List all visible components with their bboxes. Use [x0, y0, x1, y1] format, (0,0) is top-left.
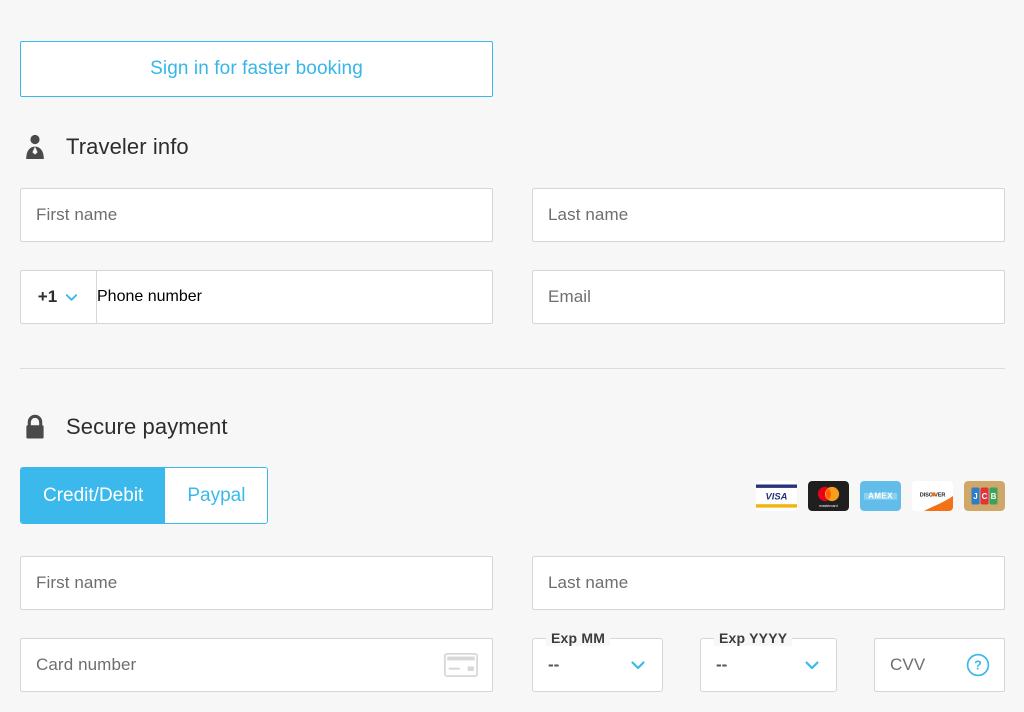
tab-paypal-label: Paypal: [187, 484, 246, 506]
exp-month-select[interactable]: Exp MM --: [532, 630, 663, 692]
card-first-name-input[interactable]: First name: [20, 556, 493, 610]
chevron-down-icon: [64, 290, 79, 305]
traveler-email-input[interactable]: Email: [532, 270, 1005, 324]
sign-in-label: Sign in for faster booking: [150, 58, 363, 79]
amex-icon: AMEX: [860, 481, 901, 511]
cvv-help-icon[interactable]: ?: [966, 653, 1004, 677]
exp-year-value: --: [716, 655, 728, 674]
secure-payment-header: Secure payment: [20, 412, 228, 442]
card-first-name-placeholder: First name: [36, 573, 118, 592]
traveler-phone-group: +1 Phone number: [20, 270, 493, 324]
card-number-placeholder: Card number: [36, 655, 137, 674]
traveler-first-name-input[interactable]: First name: [20, 188, 493, 242]
card-number-input[interactable]: Card number: [20, 638, 493, 692]
lock-icon: [20, 412, 50, 442]
svg-text:B: B: [991, 492, 997, 501]
svg-text:AMEX: AMEX: [868, 492, 893, 501]
sign-in-button[interactable]: Sign in for faster booking: [20, 41, 493, 97]
cvv-input[interactable]: CVV ?: [874, 638, 1005, 692]
svg-text:C: C: [982, 492, 988, 501]
country-code-select[interactable]: +1: [20, 270, 97, 324]
traveler-phone-placeholder: Phone number: [97, 288, 202, 305]
person-icon: [20, 132, 50, 162]
payment-method-tabs: Credit/Debit Paypal: [20, 467, 269, 524]
svg-text:mastercard: mastercard: [819, 504, 837, 508]
card-last-name-input[interactable]: Last name: [532, 556, 1005, 610]
traveler-email-placeholder: Email: [548, 287, 592, 306]
mastercard-icon: mastercard: [808, 481, 849, 511]
traveler-last-name-input[interactable]: Last name: [532, 188, 1005, 242]
svg-text:J: J: [973, 492, 977, 501]
credit-card-icon: [444, 653, 492, 677]
svg-text:VISA: VISA: [766, 491, 788, 502]
exp-month-value: --: [548, 655, 560, 674]
discover-icon: DISC VER: [912, 481, 953, 511]
tab-paypal[interactable]: Paypal: [165, 468, 268, 523]
exp-month-label: Exp MM: [546, 630, 611, 646]
secure-payment-title: Secure payment: [66, 414, 228, 439]
traveler-info-title: Traveler info: [66, 134, 189, 159]
cvv-placeholder: CVV: [890, 655, 926, 674]
section-divider: [20, 368, 1005, 369]
accepted-card-brands: VISA mastercard AMEX DISC VER J C B: [756, 481, 1005, 511]
tab-credit-debit-label: Credit/Debit: [43, 484, 144, 506]
svg-text:?: ?: [974, 659, 982, 673]
checkout-page: Sign in for faster booking Traveler info…: [0, 0, 1024, 712]
country-code-value: +1: [37, 287, 58, 306]
traveler-info-header: Traveler info: [20, 132, 189, 162]
chevron-down-icon: [629, 656, 662, 674]
traveler-phone-input[interactable]: Phone number: [97, 270, 493, 324]
exp-year-label: Exp YYYY: [714, 630, 793, 646]
exp-year-select[interactable]: Exp YYYY --: [700, 630, 837, 692]
visa-icon: VISA: [756, 481, 797, 511]
traveler-first-name-placeholder: First name: [36, 205, 118, 224]
card-last-name-placeholder: Last name: [548, 573, 629, 592]
jcb-icon: J C B: [964, 481, 1005, 511]
tab-credit-debit[interactable]: Credit/Debit: [21, 468, 166, 523]
chevron-down-icon: [803, 656, 836, 674]
traveler-last-name-placeholder: Last name: [548, 205, 629, 224]
